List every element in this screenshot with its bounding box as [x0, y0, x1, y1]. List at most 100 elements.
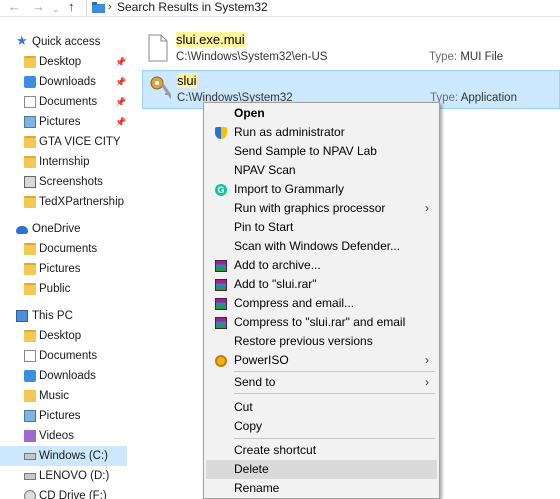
folder-icon: [24, 263, 36, 275]
winrar-icon: [215, 298, 227, 310]
nav-label: Downloads: [39, 76, 96, 88]
nav-item-pc-music[interactable]: Music: [0, 386, 127, 406]
recent-locations-chevron-down-icon[interactable]: ⌄: [52, 2, 60, 16]
nav-item-pc-downloads[interactable]: Downloads: [0, 366, 127, 386]
nav-item-onedrive-documents[interactable]: Documents: [0, 239, 127, 259]
menu-item-send-to[interactable]: Send to ›: [206, 373, 437, 392]
cd-drive-icon: [24, 490, 36, 499]
nav-item-cd-drive-f[interactable]: CD Drive (F:): [0, 486, 127, 499]
menu-item-rename[interactable]: Rename: [206, 479, 437, 498]
nav-item-onedrive-public[interactable]: Public: [0, 279, 127, 299]
menu-item-add-to-archive[interactable]: Add to archive...: [206, 256, 437, 275]
back-arrow-icon[interactable]: ←: [8, 0, 21, 14]
winrar-icon: [215, 317, 227, 329]
menu-item-delete[interactable]: Delete: [206, 460, 437, 479]
nav-label: Downloads: [39, 370, 96, 382]
type-label: Type:: [429, 51, 458, 63]
nav-item-internship[interactable]: Internship: [0, 152, 127, 172]
nav-item-gta-vice-city[interactable]: GTA VICE CITY: [0, 132, 127, 152]
nav-label: Public: [39, 283, 71, 295]
up-arrow-icon[interactable]: ↑: [68, 0, 75, 14]
menu-separator: [234, 371, 435, 372]
file-row[interactable]: slui.exe.mui C:\Windows\System32\en-US T…: [142, 30, 560, 69]
nav-item-desktop[interactable]: Desktop 📌: [0, 52, 127, 72]
menu-item-compress-to-slui-rar-and-email[interactable]: Compress to "slui.rar" and email: [206, 313, 437, 332]
menu-item-restore-previous-versions[interactable]: Restore previous versions: [206, 332, 437, 351]
menu-item-cut[interactable]: Cut: [206, 398, 437, 417]
breadcrumb-chevron-icon[interactable]: ›: [244, 0, 248, 14]
nav-item-pc-videos[interactable]: Videos: [0, 426, 127, 446]
nav-label: Quick access: [32, 36, 101, 48]
breadcrumb-chevron-icon[interactable]: ›: [108, 0, 112, 14]
type-value: MUI File: [460, 51, 504, 63]
folder-icon: [24, 156, 36, 168]
menu-item-copy[interactable]: Copy: [206, 417, 437, 436]
videos-folder-icon: [24, 430, 36, 442]
file-name-text: slui: [177, 73, 197, 88]
drive-icon: [24, 473, 36, 480]
nav-item-screenshots[interactable]: Screenshots: [0, 172, 127, 192]
nav-item-pc-pictures[interactable]: Pictures: [0, 406, 127, 426]
file-name: slui: [177, 73, 197, 89]
pin-icon: 📌: [115, 117, 127, 127]
menu-item-open[interactable]: Open: [206, 104, 437, 123]
menu-label: Import to Grammarly: [234, 182, 345, 196]
file-type: Type: MUI File: [429, 50, 503, 64]
nav-item-pc-documents[interactable]: Documents: [0, 346, 127, 366]
file-type: Type: Application: [430, 91, 517, 105]
submenu-chevron-icon: ›: [425, 353, 429, 367]
nav-label: CD Drive (F:): [39, 490, 107, 499]
menu-label: Delete: [234, 462, 269, 476]
nav-label: Desktop: [39, 330, 82, 342]
nav-label: Documents: [39, 96, 98, 108]
address-bar: ← → ⌄ ↑ › Search Results in System32 ›: [0, 0, 560, 17]
menu-item-poweriso[interactable]: PowerISO ›: [206, 351, 437, 370]
drive-icon: [24, 453, 36, 460]
menu-item-run-as-administrator[interactable]: Run as administrator: [206, 123, 437, 142]
menu-item-run-with-graphics-processor[interactable]: Run with graphics processor ›: [206, 199, 437, 218]
nav-this-pc[interactable]: This PC: [0, 306, 127, 326]
nav-item-tedxpartnership[interactable]: TedXPartnership: [0, 192, 127, 212]
nav-item-windows-c[interactable]: Windows (C:): [0, 446, 127, 466]
folder-icon: [24, 136, 36, 148]
pin-icon: 📌: [115, 77, 127, 87]
nav-label: Windows (C:): [39, 450, 109, 462]
onedrive-cloud-icon: [16, 226, 28, 234]
file-document-icon: [148, 34, 168, 62]
menu-item-add-to-slui-rar[interactable]: Add to "slui.rar": [206, 275, 437, 294]
computer-icon: [16, 310, 28, 322]
nav-item-pc-desktop[interactable]: Desktop: [0, 326, 127, 346]
menu-label: Cut: [234, 400, 253, 414]
nav-label: Videos: [39, 430, 74, 442]
file-name-text: slui.exe.mui: [176, 32, 245, 47]
nav-quick-access[interactable]: ★ Quick access: [0, 32, 127, 52]
menu-item-pin-to-start[interactable]: Pin to Start: [206, 218, 437, 237]
nav-item-documents[interactable]: Documents 📌: [0, 92, 127, 112]
nav-item-onedrive-pictures[interactable]: Pictures: [0, 259, 127, 279]
menu-item-scan-with-windows-defender[interactable]: Scan with Windows Defender...: [206, 237, 437, 256]
folder-icon: [24, 283, 36, 295]
menu-separator: [234, 438, 435, 439]
menu-label: Scan with Windows Defender...: [234, 239, 401, 253]
menu-label: Send to: [234, 375, 276, 389]
nav-item-lenovo-d[interactable]: LENOVO (D:): [0, 466, 127, 486]
star-icon: ★: [16, 33, 28, 48]
menu-label: Copy: [234, 419, 263, 433]
pin-icon: 📌: [115, 97, 127, 107]
forward-arrow-icon[interactable]: →: [32, 0, 45, 14]
nav-item-pictures[interactable]: Pictures 📌: [0, 112, 127, 132]
menu-label: PowerISO: [234, 353, 289, 367]
nav-label: Screenshots: [39, 176, 103, 188]
menu-item-npav-scan[interactable]: NPAV Scan: [206, 161, 437, 180]
nav-onedrive[interactable]: OneDrive: [0, 219, 127, 239]
folder-icon: [24, 243, 36, 255]
key-application-icon: [150, 76, 171, 99]
nav-label: Desktop: [39, 56, 82, 68]
menu-label: Pin to Start: [234, 220, 294, 234]
menu-label: Add to archive...: [234, 258, 321, 272]
menu-item-send-sample-npav[interactable]: Send Sample to NPAV Lab: [206, 142, 437, 161]
menu-item-compress-and-email[interactable]: Compress and email...: [206, 294, 437, 313]
menu-item-create-shortcut[interactable]: Create shortcut: [206, 441, 437, 460]
menu-item-import-to-grammarly[interactable]: G Import to Grammarly: [206, 180, 437, 199]
nav-item-downloads[interactable]: Downloads 📌: [0, 72, 127, 92]
